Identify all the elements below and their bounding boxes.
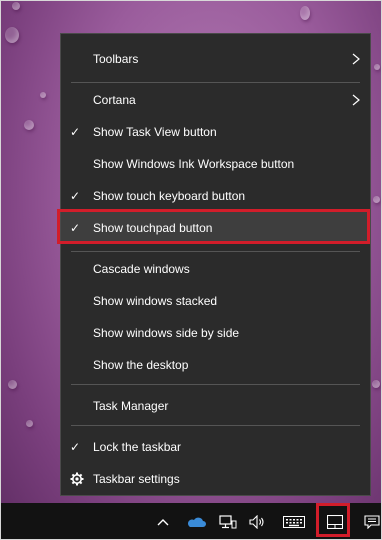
menu-item-task-manager[interactable]: Task Manager [61, 390, 370, 422]
water-drop [12, 2, 20, 10]
menu-item-taskbar-settings[interactable]: Taskbar settings [61, 463, 370, 495]
menu-item-label: Show Windows Ink Workspace button [93, 157, 295, 171]
water-drop [26, 420, 33, 427]
chevron-up-icon [157, 518, 169, 525]
menu-item-label: Taskbar settings [93, 472, 180, 486]
menu-item-label: Cascade windows [93, 262, 190, 276]
water-drop [300, 6, 310, 20]
menu-separator [71, 384, 360, 385]
touch-keyboard-button[interactable] [280, 503, 308, 540]
action-center-button[interactable] [362, 503, 382, 540]
menu-item-label: Show windows stacked [93, 294, 218, 308]
onedrive-cloud-icon [187, 517, 206, 527]
menu-item-label: Toolbars [93, 52, 139, 66]
menu-item-show-windows-ink-workspace-button[interactable]: Show Windows Ink Workspace button [61, 148, 370, 180]
chevron-right-icon [352, 94, 360, 106]
menu-item-label: Show Task View button [93, 125, 217, 139]
chevron-right-icon [352, 53, 360, 65]
menu-item-label: Cortana [93, 93, 136, 107]
water-drop [372, 380, 380, 388]
menu-item-label: Show windows side by side [93, 326, 240, 340]
menu-item-toolbars[interactable]: Toolbars [61, 43, 370, 75]
menu-item-show-windows-side-by-side[interactable]: Show windows side by side [61, 317, 370, 349]
water-drop [8, 380, 17, 389]
menu-item-show-task-view-button[interactable]: ✓ Show Task View button [61, 116, 370, 148]
water-drop [374, 64, 380, 70]
annotation-highlight-box [316, 503, 350, 537]
menu-separator [71, 425, 360, 426]
annotation-highlight-box [57, 209, 370, 244]
water-drop [373, 196, 380, 203]
show-hidden-icons-button[interactable] [152, 503, 174, 540]
menu-item-label: Task Manager [93, 399, 169, 413]
network-button[interactable] [217, 503, 239, 540]
menu-separator [71, 251, 360, 252]
onedrive-button[interactable] [184, 503, 208, 540]
checkmark-icon: ✓ [70, 125, 81, 139]
menu-item-label: Show touch keyboard button [93, 189, 246, 203]
action-center-icon [364, 514, 380, 529]
water-drop [5, 27, 19, 43]
water-drop [40, 92, 46, 98]
volume-icon [249, 514, 264, 529]
menu-separator [71, 82, 360, 83]
water-drop [24, 120, 34, 130]
volume-button[interactable] [247, 503, 269, 540]
taskbar-context-menu: Toolbars Cortana ✓ Show Task View button… [60, 33, 371, 496]
menu-item-cortana[interactable]: Cortana [61, 84, 370, 116]
menu-item-label: Show the desktop [93, 358, 189, 372]
menu-item-lock-the-taskbar[interactable]: ✓ Lock the taskbar [61, 431, 370, 463]
menu-item-show-touch-keyboard-button[interactable]: ✓ Show touch keyboard button [61, 180, 370, 212]
checkmark-icon: ✓ [70, 189, 81, 203]
checkmark-icon: ✓ [70, 440, 81, 454]
network-icon [219, 514, 237, 528]
menu-item-cascade-windows[interactable]: Cascade windows [61, 253, 370, 285]
gear-icon [70, 472, 84, 486]
menu-item-label: Lock the taskbar [93, 440, 182, 454]
touch-keyboard-icon [283, 515, 305, 528]
menu-item-show-windows-stacked[interactable]: Show windows stacked [61, 285, 370, 317]
menu-item-show-the-desktop[interactable]: Show the desktop [61, 349, 370, 381]
